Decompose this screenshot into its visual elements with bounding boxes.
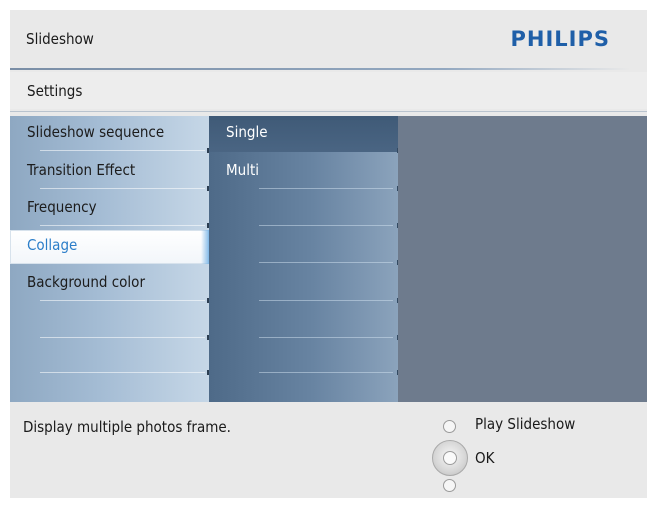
menu-item-collage[interactable]: Collage	[10, 230, 209, 264]
menu-item-slideshow-sequence[interactable]: Slideshow sequence	[10, 116, 210, 153]
submenu-empty-row	[209, 266, 400, 303]
row-divider	[259, 372, 393, 373]
row-divider	[259, 262, 393, 263]
breadcrumb-divider	[10, 111, 647, 112]
breadcrumb: Settings	[10, 72, 647, 109]
submenu-empty-row	[209, 191, 400, 228]
settings-menu: Slideshow sequence Transition Effect Fre…	[10, 116, 210, 402]
row-divider	[40, 188, 205, 189]
preview-area	[398, 116, 647, 402]
menu-item-frequency[interactable]: Frequency	[10, 191, 210, 228]
brand-logo: PHILIPS	[510, 27, 610, 51]
menu-item-background-color[interactable]: Background color	[10, 266, 210, 303]
page-title: Slideshow	[26, 30, 94, 48]
row-divider	[259, 225, 393, 226]
menu-item-label: Transition Effect	[27, 161, 136, 179]
row-divider	[40, 225, 205, 226]
ok-label: OK	[475, 449, 495, 467]
nav-down-indicator-icon	[443, 479, 456, 492]
submenu-empty-row	[209, 338, 400, 375]
row-divider	[40, 150, 205, 151]
selection-glow	[201, 230, 209, 264]
menu-item-label: Slideshow sequence	[27, 123, 165, 141]
row-divider	[259, 188, 393, 189]
row-divider	[259, 300, 393, 301]
submenu-item-label: Single	[226, 123, 268, 141]
menu-item-label: Collage	[27, 236, 78, 254]
nav-up-indicator-icon	[443, 420, 456, 433]
menu-empty-row	[10, 338, 210, 375]
play-slideshow-label: Play Slideshow	[475, 415, 576, 433]
ok-button[interactable]	[432, 440, 468, 476]
header-divider	[10, 68, 630, 70]
options-submenu: Single Multi	[209, 116, 400, 402]
menu-empty-row	[10, 303, 210, 340]
option-description: Display multiple photos frame.	[23, 418, 231, 436]
photo-frame-screen: Slideshow PHILIPS Settings Slideshow seq…	[10, 10, 647, 498]
menu-item-transition-effect[interactable]: Transition Effect	[10, 154, 210, 191]
submenu-item-single[interactable]: Single	[209, 116, 400, 153]
submenu-item-multi[interactable]: Multi	[209, 154, 400, 191]
menu-item-label: Frequency	[27, 198, 97, 216]
row-divider	[40, 300, 205, 301]
breadcrumb-label: Settings	[27, 82, 83, 100]
row-divider	[40, 372, 205, 373]
submenu-empty-row	[209, 303, 400, 340]
submenu-item-label: Multi	[226, 161, 259, 179]
menu-item-label: Background color	[27, 273, 145, 291]
submenu-empty-row	[209, 228, 400, 265]
